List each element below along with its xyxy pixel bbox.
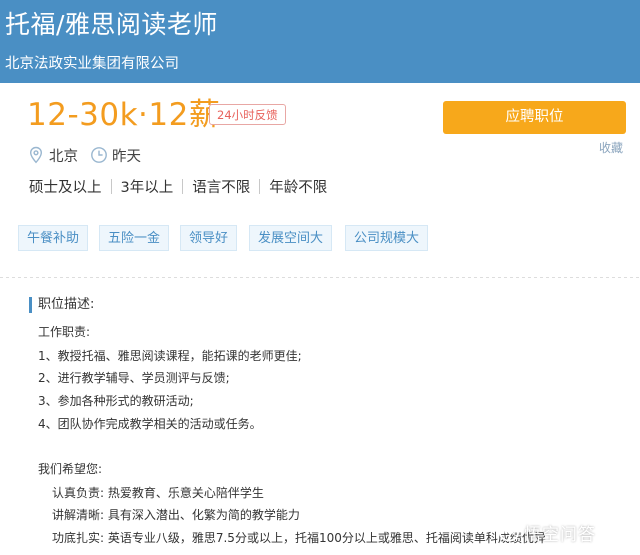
wukong-logo-icon <box>499 524 519 541</box>
requirement-education: 硕士及以上 <box>29 179 102 196</box>
description-heading: 职位描述: <box>38 297 95 312</box>
job-title: 托福/雅思阅读老师 <box>5 10 218 39</box>
posted-time: 昨天 <box>112 148 141 165</box>
requirement-language: 语言不限 <box>192 179 251 196</box>
requirements-row: 硕士及以上 3年以上 语言不限 年龄不限 <box>29 175 327 197</box>
company-name[interactable]: 北京法政实业集团有限公司 <box>5 53 179 75</box>
perk-tag: 领导好 <box>180 225 238 251</box>
hope-item: 讲解清晰: 具有深入潜出、化繁为简的教学能力 <box>52 508 300 522</box>
requirement-age: 年龄不限 <box>269 179 328 196</box>
divider <box>182 178 184 194</box>
hope-item: 认真负责: 热爱教育、乐意关心陪伴学生 <box>52 486 264 500</box>
section-accent-bar <box>29 297 32 313</box>
location-text: 北京 <box>49 148 78 165</box>
favorite-link[interactable]: 收藏 <box>599 140 623 156</box>
perk-tag: 午餐补助 <box>18 225 89 251</box>
perk-tag: 五险一金 <box>99 225 170 251</box>
watermark: 悟空问答 <box>498 520 596 545</box>
perk-tag: 发展空间大 <box>249 225 333 251</box>
clock-icon <box>90 146 108 164</box>
location-time-row: 北京 昨天 <box>27 143 141 167</box>
apply-button[interactable]: 应聘职位 <box>443 101 626 134</box>
requirement-experience: 3年以上 <box>120 179 174 196</box>
section-divider <box>0 277 640 278</box>
salary: 12-30k·12薪 <box>27 97 221 133</box>
feedback-badge: 24小时反馈 <box>209 104 286 125</box>
duty-item: 4、团队协作完成教学相关的活动或任务。 <box>38 417 262 431</box>
watermark-text: 悟空问答 <box>524 525 596 545</box>
job-header: 托福/雅思阅读老师 北京法政实业集团有限公司 <box>0 0 640 83</box>
hope-item: 功底扎实: 英语专业八级，雅思7.5分或以上，托福100分以上或雅思、托福阅读单… <box>52 531 546 545</box>
duties-title: 工作职责: <box>38 325 91 339</box>
perk-tag: 公司规模大 <box>345 225 429 251</box>
duty-item: 1、教授托福、雅思阅读课程，能拓课的老师更佳; <box>38 349 302 363</box>
hope-title: 我们希望您: <box>38 462 103 476</box>
duty-item: 2、进行教学辅导、学员测评与反馈; <box>38 371 230 385</box>
divider <box>110 178 112 194</box>
location-pin-icon <box>27 146 45 164</box>
divider <box>259 178 261 194</box>
duty-item: 3、参加各种形式的教研活动; <box>38 394 194 408</box>
